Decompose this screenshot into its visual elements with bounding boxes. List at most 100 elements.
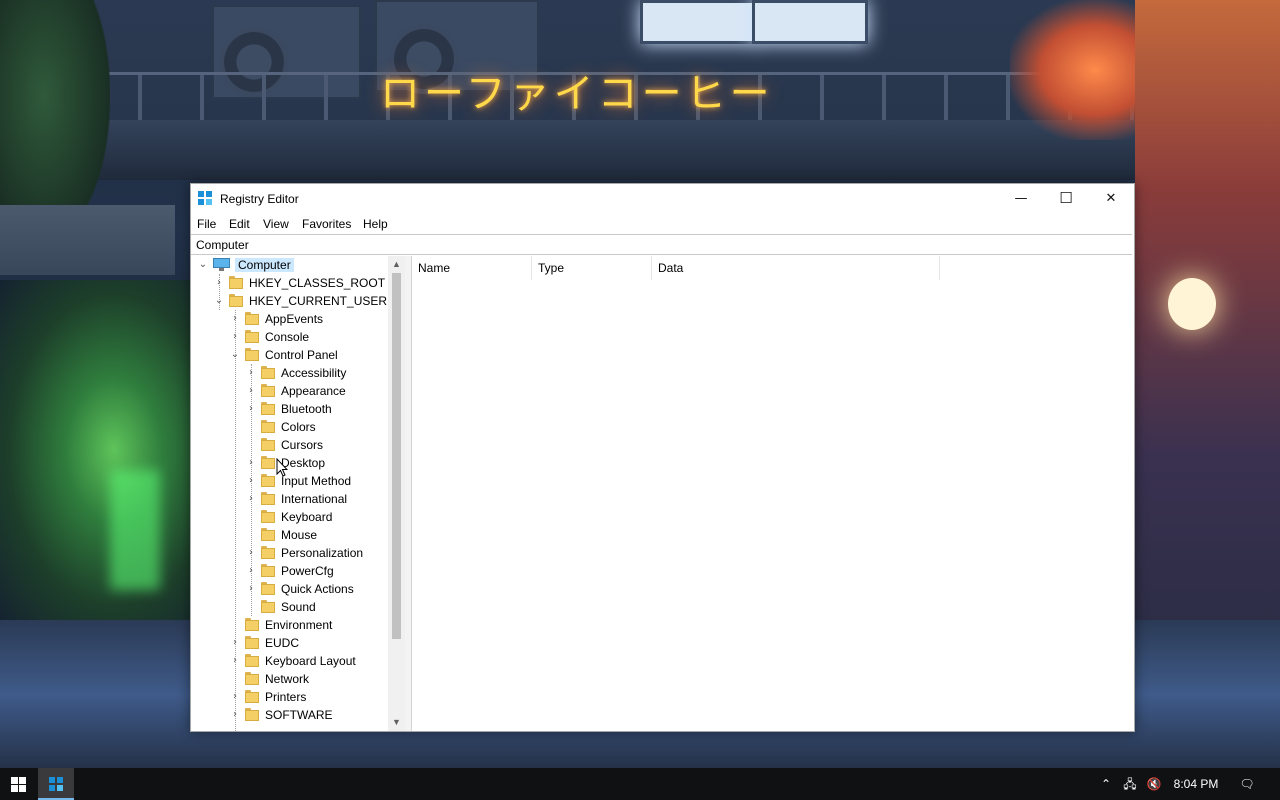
chevron-right-icon[interactable]: › [229, 708, 241, 722]
network-icon[interactable]: 🖧 [1119, 768, 1141, 800]
folder-icon [261, 366, 275, 379]
chevron-right-icon[interactable]: › [245, 384, 257, 398]
chevron-right-icon[interactable]: › [245, 474, 257, 488]
tree-node-label: Appearance [281, 384, 346, 398]
chevron-down-icon[interactable]: ⌄ [229, 348, 241, 362]
tree-node-label: Bluetooth [281, 402, 332, 416]
computer-icon [213, 258, 230, 271]
column-header-name[interactable]: Name [412, 256, 532, 280]
registry-editor-window: Registry Editor — ☐ ✕ File Edit View Fav… [190, 183, 1135, 732]
wallpaper-green-light [110, 470, 160, 590]
folder-icon [245, 690, 259, 703]
tree-node-label: Colors [281, 420, 316, 434]
tree-node-label: EUDC [265, 636, 300, 650]
tree-node-label: HKEY_CLASSES_ROOT [249, 276, 386, 290]
folder-icon [261, 438, 275, 451]
clock[interactable]: 8:04 PM [1168, 768, 1224, 800]
tree-node-label: International [281, 492, 348, 506]
tree-node-label: Control Panel [265, 348, 338, 362]
folder-icon [261, 456, 275, 469]
wallpaper-garden [0, 280, 190, 620]
chevron-right-icon[interactable]: › [245, 546, 257, 560]
chevron-down-icon[interactable]: ⌄ [197, 258, 209, 272]
chevron-right-icon[interactable]: › [213, 276, 225, 290]
chevron-right-icon[interactable]: › [245, 492, 257, 506]
chevron-right-icon[interactable]: › [229, 654, 241, 668]
folder-icon [229, 276, 243, 289]
tree-node-label: Personalization [281, 546, 364, 560]
wallpaper-lamp [1168, 278, 1216, 330]
mouse-cursor-icon [276, 458, 288, 477]
tree-node-label: SOFTWARE [265, 708, 333, 722]
wallpaper-awning [0, 205, 175, 275]
window-title: Registry Editor [220, 192, 299, 206]
folder-icon [261, 546, 275, 559]
tree-node-label: Sound [281, 600, 316, 614]
chevron-right-icon[interactable]: › [245, 582, 257, 596]
close-button[interactable]: ✕ [1088, 184, 1134, 213]
chevron-right-icon[interactable]: › [245, 456, 257, 470]
minimize-button[interactable]: — [998, 184, 1044, 213]
tree-node-label: Mouse [281, 528, 318, 542]
pane-splitter[interactable] [405, 256, 412, 731]
folder-icon [261, 420, 275, 433]
chevron-right-icon[interactable]: › [229, 636, 241, 650]
chevron-down-icon[interactable]: ⌄ [213, 294, 225, 308]
menu-bar: File Edit View Favorites Help [191, 214, 1134, 234]
scrollbar-thumb[interactable] [392, 273, 401, 639]
wallpaper-roof [0, 120, 1180, 180]
scroll-up-arrow-icon[interactable]: ▲ [388, 256, 405, 273]
address-bar[interactable]: Computer [191, 234, 1132, 255]
maximize-button[interactable]: ☐ [1043, 184, 1089, 213]
menu-file[interactable]: File [197, 217, 216, 231]
tree-node-label: Network [265, 672, 310, 686]
tree-node-label: Computer [235, 258, 294, 272]
tree-scrollbar[interactable]: ▲ ▼ [388, 256, 405, 731]
folder-icon [245, 654, 259, 667]
tree-node-label: PowerCfg [281, 564, 334, 578]
registry-editor-icon [49, 777, 64, 792]
chevron-right-icon[interactable]: › [229, 312, 241, 326]
menu-favorites[interactable]: Favorites [302, 217, 351, 231]
taskbar: ⌃ 🖧 🔇 8:04 PM 🗨 [0, 768, 1280, 800]
tree-node-label: Keyboard [281, 510, 333, 524]
folder-icon [261, 384, 275, 397]
folder-icon [261, 510, 275, 523]
folder-icon [261, 528, 275, 541]
folder-icon [245, 618, 259, 631]
column-header-type[interactable]: Type [532, 256, 652, 280]
tree-node-label: Input Method [281, 474, 352, 488]
folder-icon [261, 582, 275, 595]
menu-edit[interactable]: Edit [229, 217, 250, 231]
menu-view[interactable]: View [263, 217, 289, 231]
folder-icon [261, 474, 275, 487]
taskbar-registry-editor[interactable] [38, 768, 74, 800]
chevron-up-icon[interactable]: ⌃ [1096, 768, 1116, 800]
title-bar[interactable]: Registry Editor — ☐ ✕ [191, 184, 1134, 213]
wallpaper-tree [0, 0, 110, 240]
tree-node-label: Quick Actions [281, 582, 354, 596]
address-text: Computer [196, 238, 249, 252]
tree-node-label: Keyboard Layout [265, 654, 356, 668]
scroll-down-arrow-icon[interactable]: ▼ [388, 714, 405, 731]
chevron-right-icon[interactable]: › [245, 402, 257, 416]
folder-icon [261, 564, 275, 577]
volume-muted-icon[interactable]: 🔇 [1143, 768, 1165, 800]
menu-help[interactable]: Help [363, 217, 388, 231]
chevron-right-icon[interactable]: › [229, 690, 241, 704]
values-list-pane[interactable]: Name Type Data [412, 256, 1134, 731]
folder-icon [245, 330, 259, 343]
folder-icon [245, 672, 259, 685]
chevron-right-icon[interactable]: › [229, 330, 241, 344]
notifications-icon[interactable]: 🗨 [1236, 768, 1258, 800]
column-header-data[interactable]: Data [652, 256, 940, 280]
start-button[interactable] [0, 768, 36, 800]
tree-node-label: Accessibility [281, 366, 347, 380]
wallpaper-window [640, 0, 756, 44]
tree-node-label: HKEY_CURRENT_USER [249, 294, 388, 308]
folder-icon [229, 294, 243, 307]
folder-icon [245, 708, 259, 721]
chevron-right-icon[interactable]: › [245, 366, 257, 380]
chevron-right-icon[interactable]: › [245, 564, 257, 578]
key-tree-pane[interactable]: ⌄ Computer › HKEY_CLASSES_ROOT ⌄ HKEY_CU… [191, 256, 406, 731]
